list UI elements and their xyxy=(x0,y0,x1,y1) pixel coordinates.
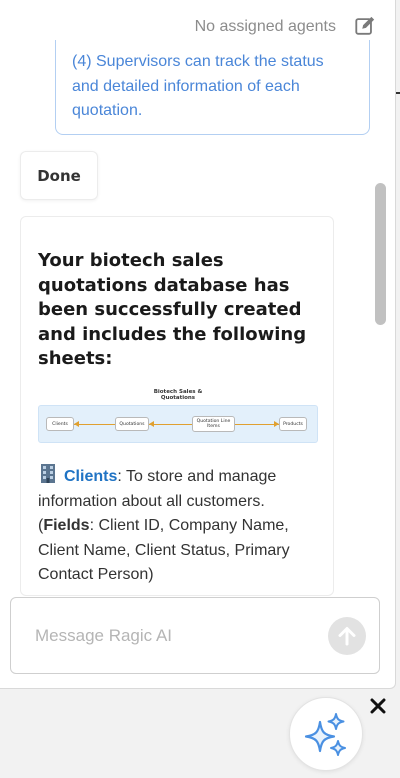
diagram-edge-lineitems-products xyxy=(235,423,279,425)
diagram-edge-lineitems-quotations xyxy=(149,423,192,425)
user-message-bubble: (4) Supervisors can track the status and… xyxy=(55,40,370,135)
send-button[interactable] xyxy=(328,617,366,655)
clients-sheet-link[interactable]: Clients xyxy=(64,468,117,485)
send-arrow-icon xyxy=(338,627,356,646)
diagram-title: Biotech Sales & Quotations xyxy=(38,389,318,401)
diagram-node-quotations: Quotations xyxy=(115,417,149,431)
diagram-node-quotation-line-items: Quotation Line Items xyxy=(192,416,235,432)
chat-scrollbar-thumb[interactable] xyxy=(375,183,386,325)
close-icon[interactable] xyxy=(368,696,388,716)
edit-icon[interactable] xyxy=(354,15,376,37)
done-message-text: Done xyxy=(37,166,81,185)
page-edge-divider xyxy=(396,92,400,94)
clients-sheet-description: Clients: To store and manage information… xyxy=(38,463,323,588)
diagram-title-line2: Quotations xyxy=(160,395,196,401)
user-message-text: (4) Supervisors can track the status and… xyxy=(72,53,324,119)
diagram-node-products: Products xyxy=(279,417,307,431)
diagram-arrow-to-quotations xyxy=(149,421,154,427)
diagram-arrow-to-clients xyxy=(74,421,79,427)
done-message-bubble: Done xyxy=(20,151,98,200)
ai-response-card: Your biotech sales quotations database h… xyxy=(20,216,334,596)
schema-diagram[interactable]: Biotech Sales & Quotations Clients Quota… xyxy=(38,389,318,443)
ai-assistant-launcher-button[interactable] xyxy=(289,697,363,771)
message-composer xyxy=(10,597,380,674)
diagram-edge-quotations-clients xyxy=(74,423,115,425)
sparkles-icon xyxy=(304,713,346,756)
diagram-node-clients: Clients xyxy=(46,417,74,431)
clients-fields-label: Fields xyxy=(43,517,90,534)
assigned-agents-label: No assigned agents xyxy=(194,18,336,35)
message-input[interactable] xyxy=(35,624,305,648)
response-heading: Your biotech sales quotations database h… xyxy=(38,250,307,369)
building-icon xyxy=(41,464,55,483)
chat-panel: No assigned agents (4) Supervisors can t… xyxy=(0,0,396,689)
